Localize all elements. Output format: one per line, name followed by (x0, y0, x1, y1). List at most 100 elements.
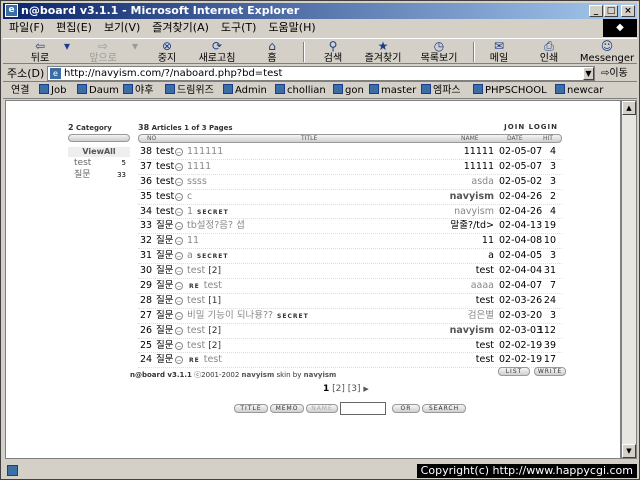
back-button[interactable]: ⇦ 뒤로 (23, 39, 57, 65)
link-item[interactable]: Daum (77, 83, 119, 99)
search-button[interactable]: ⚲ 검색 (315, 39, 351, 65)
row-title[interactable]: 비밀 기능이 되나용?? SECRET (187, 309, 309, 325)
row-title[interactable]: ssss (187, 175, 207, 190)
search-title-toggle[interactable]: TITLE (234, 404, 268, 413)
refresh-button[interactable]: ⟳ 새로고침 (193, 39, 241, 65)
go-button[interactable]: ⇨이동 (601, 65, 628, 82)
row-title[interactable]: RE test (187, 353, 222, 369)
table-row[interactable]: 28 질문 − test [1] test 02-03-26 24 (138, 294, 562, 309)
row-author[interactable]: 검은별 (468, 309, 494, 324)
link-item[interactable]: gon (333, 83, 364, 99)
row-author[interactable]: aaaa (471, 279, 494, 294)
row-author[interactable]: navyism (454, 205, 494, 220)
row-author[interactable]: test (476, 339, 494, 354)
table-row[interactable]: 31 질문 − a SECRET a 02-04-05 3 (138, 249, 562, 265)
row-title[interactable]: test [2] (187, 264, 221, 279)
table-row[interactable]: 35 test − c navyism 02-04-26 2 (138, 190, 562, 205)
row-title[interactable]: a SECRET (187, 249, 228, 265)
table-row[interactable]: 37 test −1111 11111 02-05-07 3 (138, 160, 562, 175)
menu-file[interactable]: 파일(F) (3, 19, 50, 37)
login-link[interactable]: LOGIN (529, 123, 558, 131)
join-link[interactable]: JOIN (504, 123, 525, 131)
page-link-3[interactable]: [3] (348, 384, 361, 394)
row-author[interactable]: 11111 (464, 160, 494, 175)
row-author[interactable]: asda (471, 175, 494, 190)
home-button[interactable]: ⌂ 홈 (257, 39, 287, 65)
row-author[interactable]: navyism (450, 324, 494, 339)
viewall-link[interactable]: ViewAll (68, 147, 130, 157)
messenger-button[interactable]: ☺ Messenger (579, 39, 635, 65)
row-author[interactable]: 11 (482, 234, 494, 249)
row-author[interactable]: navyism (450, 190, 494, 205)
link-item[interactable]: PHPSCHOOL (473, 83, 547, 99)
row-title[interactable]: 11 (187, 234, 199, 249)
row-title[interactable]: c (187, 190, 192, 205)
row-title[interactable]: test [1] (187, 294, 221, 309)
table-row[interactable]: 25 질문 − test [2] test 02-02-19 39 (138, 339, 562, 354)
link-item[interactable]: master (369, 83, 416, 99)
menu-edit[interactable]: 편집(E) (50, 19, 98, 37)
link-item[interactable]: chollian (275, 83, 326, 99)
link-item[interactable]: 드림위즈 (165, 83, 214, 99)
table-row[interactable]: 29 질문 − RE test aaaa 02-04-07 7 (138, 279, 562, 294)
row-title[interactable]: RE test (187, 279, 222, 295)
table-row[interactable]: 26 질문 − test [2] navyism 02-03-03 112 (138, 324, 562, 339)
scroll-down-icon[interactable]: ▼ (622, 444, 636, 458)
search-name-toggle[interactable]: NAME (306, 404, 338, 413)
row-title[interactable]: tb설정?음? 셥 (187, 219, 245, 234)
mail-button[interactable]: ✉ 메일 (481, 39, 517, 65)
table-row[interactable]: 34 test −1 SECRET navyism 02-04-26 4 (138, 205, 562, 220)
table-row[interactable]: 24 질문 − RE test test 02-02-19 17 (138, 353, 562, 369)
back-dropdown[interactable]: ▾ (59, 39, 71, 65)
row-title[interactable]: 1111 (187, 160, 211, 175)
row-author[interactable]: 말줄?/td> (451, 219, 494, 234)
search-button[interactable]: SEARCH (422, 404, 466, 413)
link-item[interactable]: newcar (555, 83, 603, 99)
search-memo-toggle[interactable]: MEMO (270, 404, 304, 413)
forward-button[interactable]: ⇨ 앞으로 (83, 39, 123, 65)
row-author[interactable]: a (488, 249, 494, 264)
stop-button[interactable]: ⊗ 중지 (149, 39, 185, 65)
history-button[interactable]: ◷ 목록보기 (415, 39, 463, 65)
link-item[interactable]: 야후 (123, 83, 153, 99)
table-row[interactable]: 30 질문 − test [2] test 02-04-04 31 (138, 264, 562, 280)
write-button[interactable]: WRITE (534, 367, 566, 376)
row-title[interactable]: test [2] (187, 339, 221, 354)
table-row[interactable]: 36 test − ssss asda 02-05-02 3 (138, 175, 562, 190)
table-row[interactable]: 38 test −111111 11111 02-05-07 4 (138, 145, 562, 160)
row-author[interactable]: test (476, 294, 494, 309)
list-button[interactable]: LIST (498, 367, 530, 376)
search-input[interactable] (340, 402, 386, 415)
scroll-up-icon[interactable]: ▲ (622, 101, 636, 115)
vertical-scrollbar[interactable]: ▲ ▼ (621, 100, 637, 459)
close-button[interactable]: × (621, 5, 635, 17)
row-title[interactable]: 111111 (187, 145, 223, 160)
print-button[interactable]: ⎙ 인쇄 (531, 39, 567, 65)
favorites-button[interactable]: ★ 즐겨찾기 (359, 39, 407, 65)
minimize-button[interactable]: _ (589, 5, 603, 17)
row-author[interactable]: test (476, 353, 494, 368)
menu-help[interactable]: 도움말(H) (262, 19, 321, 37)
row-author[interactable]: 11111 (464, 145, 494, 160)
category-item-test[interactable]: test 5 (68, 157, 130, 169)
menu-tools[interactable]: 도구(T) (215, 19, 263, 37)
table-row[interactable]: 33 질문 − tb설정?음? 셥 말줄?/td> 02-04-13 19 (138, 219, 562, 235)
row-author[interactable]: test (476, 264, 494, 279)
forward-dropdown[interactable]: ▾ (127, 39, 139, 65)
next-page-icon[interactable]: ▶ (363, 385, 368, 393)
row-title[interactable]: test [2] (187, 324, 221, 339)
category-item-question[interactable]: 질문 33 (68, 169, 130, 181)
menu-view[interactable]: 보기(V) (98, 19, 146, 37)
search-or-button[interactable]: OR (392, 404, 420, 413)
row-title[interactable]: 1 SECRET (187, 205, 229, 221)
address-input[interactable]: e http://navyism.com/?/naboard.php?bd=te… (47, 66, 595, 81)
table-row[interactable]: 27 질문 − 비밀 기능이 되나용?? SECRET 검은별 02-03-20 3 (138, 309, 562, 324)
address-dropdown-icon[interactable]: ▼ (583, 67, 594, 80)
table-row[interactable]: 32 질문 −11 11 02-04-08 10 (138, 234, 562, 250)
menu-favorites[interactable]: 즐겨찾기(A) (146, 19, 215, 37)
page-link-2[interactable]: [2] (332, 384, 345, 394)
link-item[interactable]: 엠파스 (421, 83, 461, 99)
link-item[interactable]: Job (39, 83, 66, 99)
link-item[interactable]: Admin (223, 83, 267, 99)
maximize-button[interactable]: □ (604, 5, 618, 17)
